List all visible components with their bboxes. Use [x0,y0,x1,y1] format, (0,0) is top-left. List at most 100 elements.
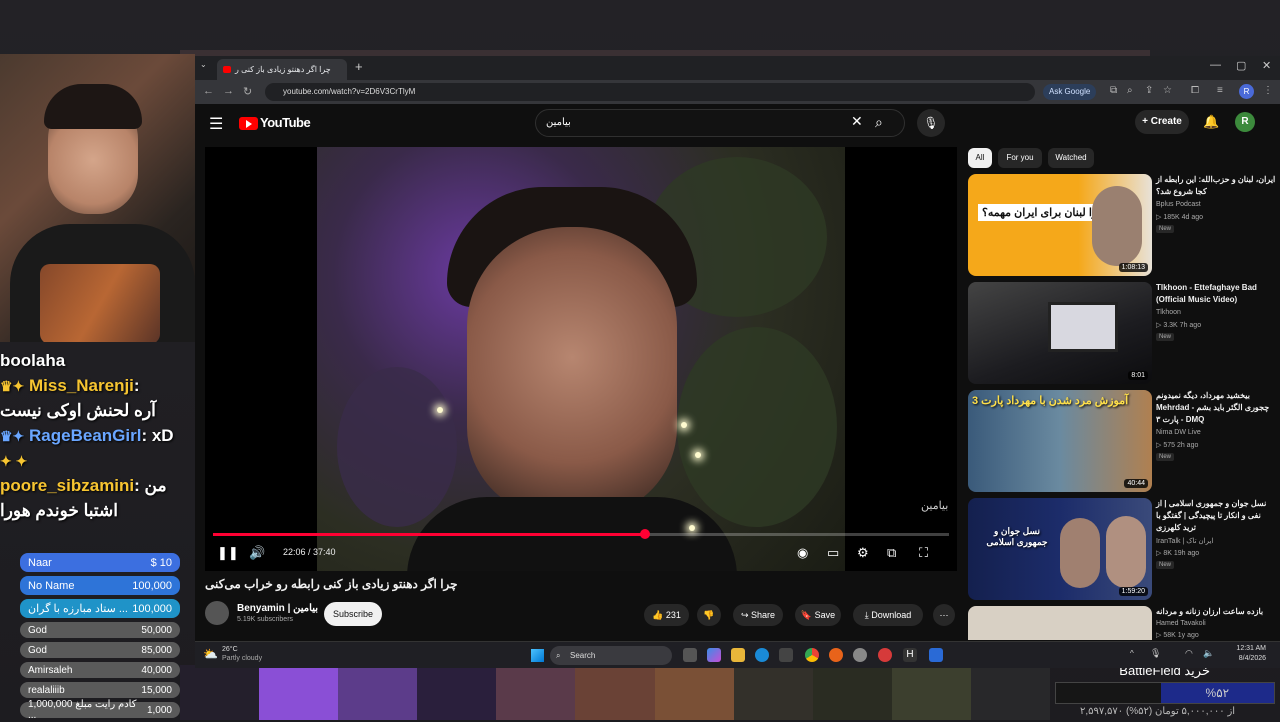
recommendation-title[interactable]: بیخشید مهرداد، دیگه نمیدونم چجوری الگئر … [1156,390,1276,426]
recommendation-title[interactable]: بازده ساعت ارزان زنانه و مردانه [1156,606,1276,618]
pause-icon[interactable]: ❚❚ [217,545,239,561]
recommendation-title[interactable]: ایران، لبنان و حزب‌الله: این رابطه از کج… [1156,174,1276,198]
notifications-bell-icon[interactable]: 🔔 [1203,114,1219,130]
share-page-icon[interactable]: ⇪ [1145,85,1153,96]
channel-avatar[interactable] [205,601,229,625]
video-thumbnail[interactable]: 8:01 [968,282,1152,384]
video-thumbnail[interactable]: چرا لبنان برای ایران مهمه؟ 1:08:13 [968,174,1152,276]
dislike-button[interactable]: 👎 [697,604,721,626]
new-badge: New [1156,333,1175,341]
recommendation-title[interactable]: Tlkhoon - Ettefaghaye Bad (Official Musi… [1156,282,1276,306]
h-app-icon[interactable]: H [903,648,917,662]
youtube-logo-text[interactable]: YouTube [260,115,311,130]
chip-watched[interactable]: Watched [1048,148,1094,168]
translate-icon[interactable]: ⧉ [1110,85,1117,96]
video-player[interactable]: بیامین ❚❚ 🔊 22:06 / 37:40 ◉ ▭ ⚙ ⧉ ⛶ [205,147,957,571]
reading-list-icon[interactable]: ≡ [1217,85,1223,96]
forward-icon[interactable]: → [223,85,234,97]
record-app-icon[interactable] [878,648,892,662]
weather-temperature[interactable]: 26°C [222,646,238,653]
recommendation-channel[interactable]: IranTalk | ایران تاک [1156,537,1213,545]
weather-icon[interactable]: ⛅ [203,647,218,661]
recommendation-title[interactable]: نسل جوان و جمهوری اسلامی | از نفی و انکا… [1156,498,1276,534]
hamburger-menu-icon[interactable]: ☰ [209,114,223,134]
tab-youtube[interactable]: چرا اگر دهنتو زیادی باز کنی ر ✕ [217,59,347,80]
weather-description[interactable]: Partly cloudy [222,655,262,662]
edge-icon[interactable] [755,648,769,662]
copilot-icon[interactable] [707,648,721,662]
recommendation-channel[interactable]: Bplus Podcast [1156,201,1201,208]
bookmark-star-icon[interactable]: ☆ [1163,85,1172,96]
windows-start-icon[interactable] [531,649,544,662]
video-progress-bar[interactable] [213,529,949,539]
wifi-icon[interactable]: ◠ [1185,648,1193,659]
subtitles-icon[interactable]: ▭ [827,545,839,561]
recommendation-item[interactable]: بازده ساعت ارزان زنانه و مردانه Hamed Ta… [968,606,1278,640]
tray-chevron-icon[interactable]: ^ [1130,649,1134,658]
clear-search-icon[interactable]: ✕ [851,113,863,130]
task-view-icon[interactable] [683,648,697,662]
video-thumbnail[interactable]: آموزش مرد شدن با مهرداد پارت 3 40:44 [968,390,1152,492]
tab-search-icon[interactable]: ⌄ [200,60,207,69]
chat-message: poore_sibzamini: من [0,476,167,495]
crown-icon: ♛✦ [0,378,25,394]
zoom-icon[interactable]: ⌕ [1127,85,1133,96]
recommendation-item[interactable]: آموزش مرد شدن با مهرداد پارت 3 40:44 بیخ… [968,390,1278,494]
app-icon[interactable] [853,648,867,662]
recommendation-channel[interactable]: Hamed Tavakoli [1156,620,1206,627]
speaker-tray-icon[interactable]: 🔈 [1203,648,1214,659]
more-actions-button[interactable]: ⋯ [933,604,955,626]
extensions-icon[interactable]: ⧠ [1191,85,1199,96]
channel-name[interactable]: Benyamin | بیامین [237,603,318,614]
share-button[interactable]: ↪ Share [733,604,783,626]
minimize-icon[interactable]: — [1210,59,1221,71]
recommendation-item[interactable]: 8:01 Tlkhoon - Ettefaghaye Bad (Official… [968,282,1278,386]
chip-for-you[interactable]: For you [998,148,1042,168]
scrubber-handle[interactable] [640,529,651,539]
account-avatar[interactable]: R [1235,112,1255,132]
recommendation-meta: ▷ 8K 19h ago [1156,550,1200,557]
recommendation-item[interactable]: نسل جوان و جمهوری اسلامی 1:59:20 نسل جوا… [968,498,1278,602]
clock-date[interactable]: 8/4/2026 [1228,655,1266,662]
create-button[interactable]: + Create [1135,110,1189,134]
video-thumbnail[interactable] [968,606,1152,640]
url-field[interactable]: youtube.com/watch?v=2D6V3CrTlyM [265,83,1035,101]
browser-menu-icon[interactable]: ⋮ [1263,85,1273,96]
recommendation-channel[interactable]: Nima DW Live [1156,429,1201,436]
firefox-icon[interactable] [829,648,843,662]
search-icon[interactable]: ⌕ [875,114,883,131]
file-explorer-icon[interactable] [731,648,745,662]
new-tab-icon[interactable]: + [355,59,363,74]
store-icon[interactable] [779,648,793,662]
channel-watermark[interactable]: بیامین [921,499,948,512]
back-icon[interactable]: ← [203,85,214,97]
ask-google-button[interactable]: Ask Google [1043,84,1097,100]
save-button[interactable]: 🔖 Save [795,604,841,626]
chip-all[interactable]: All [968,148,992,168]
chrome-icon[interactable] [805,648,819,662]
photos-icon[interactable] [929,648,943,662]
chat-message-text: اشتبا خوندم هورا [0,501,119,520]
volume-icon[interactable]: 🔊 [249,545,265,561]
maximize-icon[interactable]: ▢ [1236,59,1246,72]
subscribe-button[interactable]: Subscribe [324,602,382,626]
video-thumbnail[interactable]: نسل جوان و جمهوری اسلامی 1:59:20 [968,498,1152,600]
autoplay-toggle-icon[interactable]: ◉ [797,545,808,561]
recommendation-channel[interactable]: Tlkhoon [1156,309,1181,316]
download-button[interactable]: ⤓ Download [853,604,923,626]
taskbar-search[interactable]: ⌕ Search [550,646,672,665]
video-frame[interactable] [317,147,845,571]
settings-gear-icon[interactable]: ⚙ [857,545,869,561]
microphone-icon[interactable]: 🎙 [917,109,945,137]
search-input[interactable]: بیامین [535,109,905,137]
like-button[interactable]: 👍 231 [644,604,689,626]
donation-item: Amirsaleh 40,000 [20,662,180,678]
reload-icon[interactable]: ↻ [243,85,252,98]
mic-tray-icon[interactable]: 🎙 [1150,648,1161,659]
recommendation-item[interactable]: چرا لبنان برای ایران مهمه؟ 1:08:13 ایران… [968,174,1278,278]
miniplayer-icon[interactable]: ⧉ [887,545,896,561]
close-window-icon[interactable]: ✕ [1262,59,1271,72]
browser-profile-avatar[interactable]: R [1239,84,1254,99]
fullscreen-icon[interactable]: ⛶ [919,545,928,561]
clock-time[interactable]: 12:31 AM [1228,645,1266,652]
